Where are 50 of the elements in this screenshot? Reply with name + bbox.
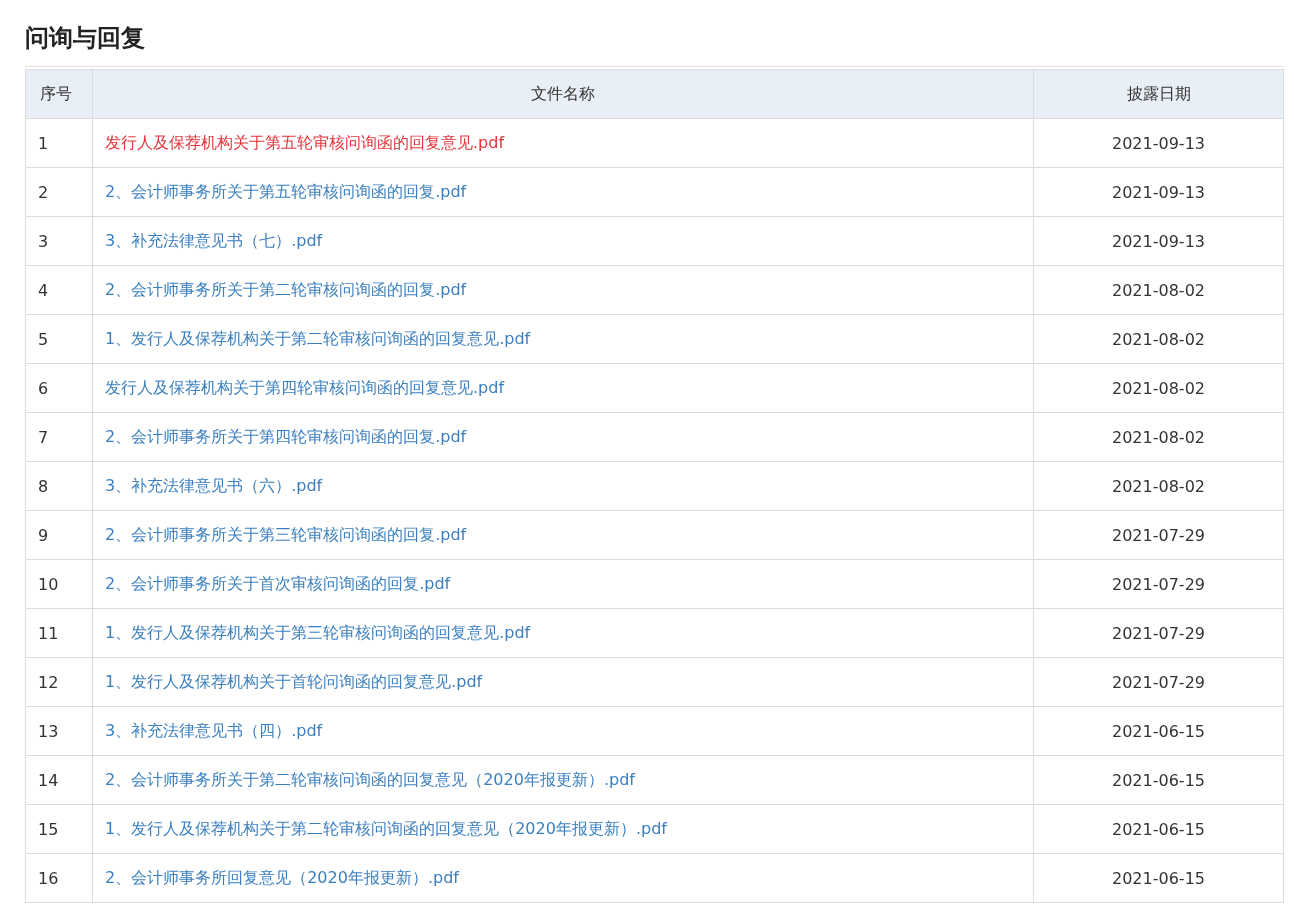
table-cell: 2021-07-29: [1033, 510, 1284, 560]
column-header: 文件名称: [92, 69, 1034, 119]
table-cell: 2021-09-13: [1033, 118, 1284, 168]
table-cell: 10: [25, 559, 93, 609]
file-link[interactable]: 3、补充法律意见书（四）.pdf: [105, 720, 323, 740]
table-cell: 2021-07-29: [1033, 559, 1284, 609]
column-header: 序号: [25, 69, 93, 119]
table-cell: 14: [25, 755, 93, 805]
table-cell: 2021-06-15: [1033, 706, 1284, 756]
file-link[interactable]: 2、会计师事务所回复意见（2020年报更新）.pdf: [105, 867, 459, 887]
table-cell: 2021-06-15: [1033, 804, 1284, 854]
table-cell: 2021-08-02: [1033, 314, 1284, 364]
table-cell: 2021-08-02: [1033, 363, 1284, 413]
table-cell: 2021-07-29: [1033, 608, 1284, 658]
file-link[interactable]: 发行人及保荐机构关于第四轮审核问询函的回复意见.pdf: [105, 377, 505, 397]
table-cell: 8: [25, 461, 93, 511]
file-link[interactable]: 1、发行人及保荐机构关于第二轮审核问询函的回复意见.pdf: [105, 328, 531, 348]
file-link[interactable]: 2、会计师事务所关于首次审核问询函的回复.pdf: [105, 573, 451, 593]
table-cell: 5: [25, 314, 93, 364]
table-cell: 2: [25, 167, 93, 217]
file-link[interactable]: 2、会计师事务所关于第二轮审核问询函的回复.pdf: [105, 279, 467, 299]
table-cell: 12: [25, 657, 93, 707]
table-cell: 2021-09-13: [1033, 167, 1284, 217]
table-cell: 2021-08-02: [1033, 412, 1284, 462]
section-title: 问询与回复: [25, 23, 146, 54]
table-cell: 6: [25, 363, 93, 413]
file-link[interactable]: 2、会计师事务所关于第四轮审核问询函的回复.pdf: [105, 426, 467, 446]
file-link[interactable]: 1、发行人及保荐机构关于第三轮审核问询函的回复意见.pdf: [105, 622, 531, 642]
table-cell: 2021-06-15: [1033, 853, 1284, 903]
file-link[interactable]: 发行人及保荐机构关于第五轮审核问询函的回复意见.pdf: [105, 132, 505, 152]
table-cell: 2021-09-13: [1033, 216, 1284, 266]
table-cell: 2021-08-02: [1033, 265, 1284, 315]
table-cell: 11: [25, 608, 93, 658]
table-cell: 1: [25, 118, 93, 168]
file-link[interactable]: 3、补充法律意见书（七）.pdf: [105, 230, 323, 250]
table-cell: 4: [25, 265, 93, 315]
file-link[interactable]: 3、补充法律意见书（六）.pdf: [105, 475, 323, 495]
table-cell: 9: [25, 510, 93, 560]
file-link[interactable]: 2、会计师事务所关于第五轮审核问询函的回复.pdf: [105, 181, 467, 201]
table-cell: 16: [25, 853, 93, 903]
table-cell: 15: [25, 804, 93, 854]
file-link[interactable]: 1、发行人及保荐机构关于首轮问询函的回复意见.pdf: [105, 671, 483, 691]
table-cell: 2021-07-29: [1033, 657, 1284, 707]
table-cell: 2021-08-02: [1033, 461, 1284, 511]
file-link[interactable]: 2、会计师事务所关于第三轮审核问询函的回复.pdf: [105, 524, 467, 544]
column-header: 披露日期: [1033, 69, 1284, 119]
table-cell: 13: [25, 706, 93, 756]
table-cell: 2021-06-15: [1033, 755, 1284, 805]
table-cell: 7: [25, 412, 93, 462]
table-cell: 3: [25, 216, 93, 266]
